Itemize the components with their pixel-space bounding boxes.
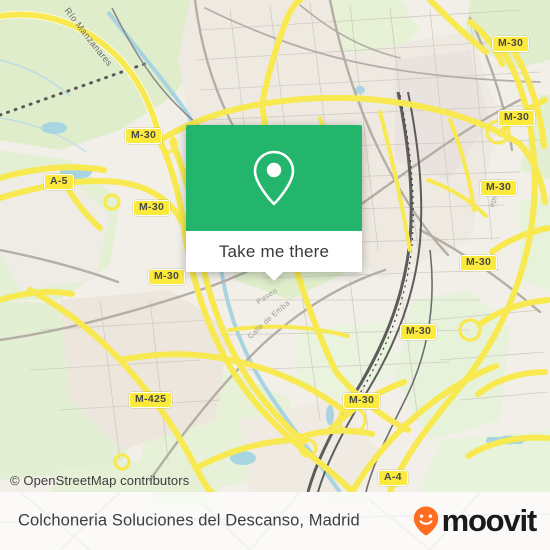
road-shield: M-30 [148, 269, 186, 285]
road-shield: M-30 [460, 255, 498, 271]
popup-tail-arrow [264, 271, 284, 281]
location-pin-icon [253, 150, 295, 206]
road-shield: M-30 [343, 393, 381, 409]
map-page: Río Manzanares Calle de Embajadores Pase… [0, 0, 550, 550]
road-shield: M-30 [125, 128, 163, 144]
popup-footer[interactable]: Take me there [186, 231, 362, 281]
moovit-wordmark: moovit [441, 503, 538, 538]
road-shield: M-30 [498, 110, 536, 126]
road-shield: M-425 [129, 392, 173, 408]
road-shield: A-5 [44, 174, 74, 190]
moovit-logo[interactable]: moovit [413, 503, 538, 538]
page-footer: Colchoneria Soluciones del Descanso, Mad… [0, 492, 550, 550]
popup-header [186, 125, 362, 231]
place-title: Colchoneria Soluciones del Descanso, Mad… [18, 511, 360, 530]
road-shield: M-30 [400, 324, 438, 340]
road-shield: M-30 [480, 180, 518, 196]
road-shield: M-30 [133, 200, 171, 216]
osm-attribution[interactable]: © OpenStreetMap contributors [10, 473, 189, 488]
take-me-there-label: Take me there [218, 241, 330, 261]
road-shield: M-30 [492, 36, 530, 52]
take-me-there-popup[interactable]: Take me there [186, 125, 362, 281]
moovit-smiley-pin-icon [413, 506, 438, 536]
road-shield: A-4 [378, 470, 408, 486]
